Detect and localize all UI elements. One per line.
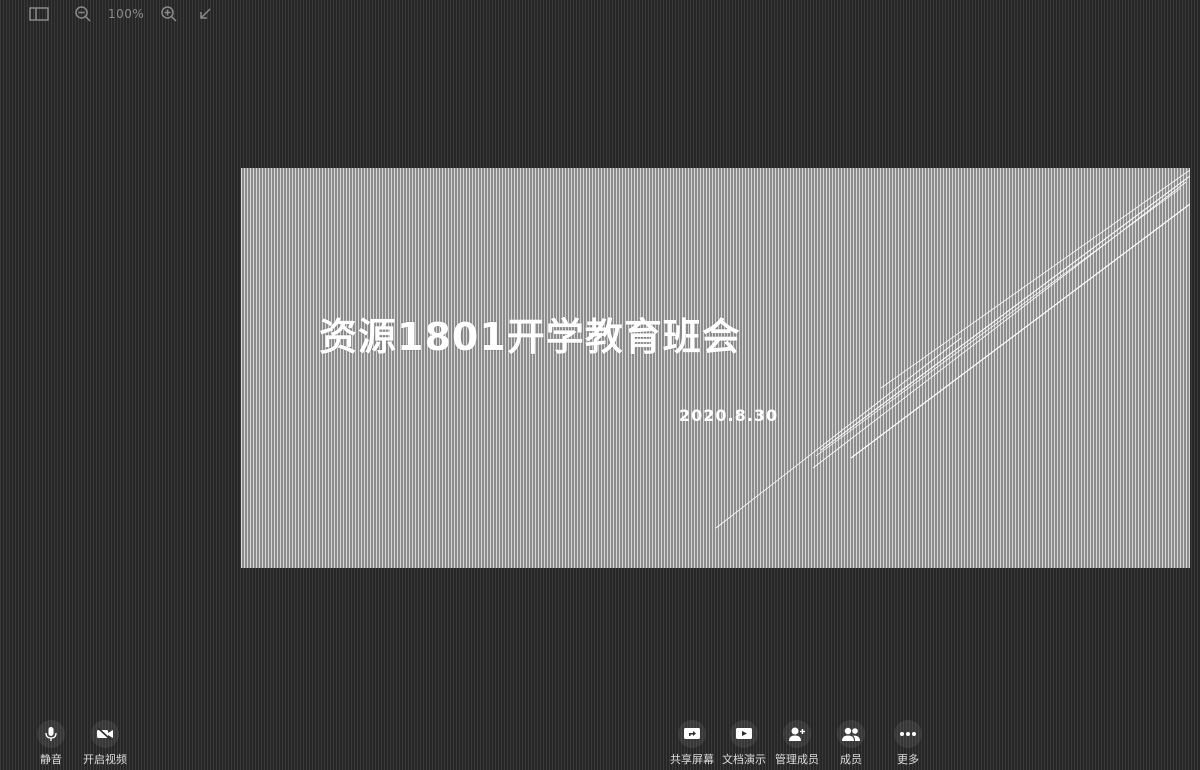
camera-off-icon (91, 720, 119, 748)
zoom-in-icon[interactable] (158, 2, 180, 26)
more-button[interactable]: 更多 (878, 720, 938, 767)
shared-slide: 资源1801开学教育班会 2020.8.30 (241, 168, 1190, 568)
start-video-label: 开启视频 (83, 753, 127, 766)
more-icon (894, 720, 922, 748)
zoom-out-icon[interactable] (72, 2, 94, 26)
decorative-lines (715, 169, 1190, 529)
members-icon (837, 720, 865, 748)
document-demo-label: 文档演示 (722, 753, 766, 766)
mute-label: 静音 (40, 753, 62, 766)
stop-share-icon (730, 720, 758, 748)
collapse-icon[interactable] (194, 2, 216, 26)
manage-members-icon (783, 720, 811, 748)
share-screen-label: 共享屏幕 (670, 753, 714, 766)
top-toolbar: 100% (0, 0, 216, 28)
slide-title: 资源1801开学教育班会 (319, 315, 741, 359)
members-label: 成员 (840, 753, 862, 766)
slide-date: 2020.8.30 (679, 406, 779, 425)
zoom-level: 100% (108, 7, 145, 21)
meeting-window: 100% 资源1801开学教育班会 2020.8.30 静音 开启视频 共享屏幕… (0, 0, 1200, 770)
mute-button[interactable]: 静音 (21, 720, 81, 767)
meeting-controls-bar: 静音 开启视频 共享屏幕 文档演示 管理成员 成员 更多 (0, 708, 1200, 770)
manage-members-button[interactable]: 管理成员 (767, 720, 827, 767)
layout-icon[interactable] (28, 2, 50, 26)
share-screen-icon (678, 720, 706, 748)
more-label: 更多 (897, 753, 919, 766)
share-screen-button[interactable]: 共享屏幕 (662, 720, 722, 767)
start-video-button[interactable]: 开启视频 (75, 720, 135, 767)
document-demo-button[interactable]: 文档演示 (714, 720, 774, 767)
microphone-icon (37, 720, 65, 748)
members-button[interactable]: 成员 (821, 720, 881, 767)
manage-members-label: 管理成员 (775, 753, 819, 766)
